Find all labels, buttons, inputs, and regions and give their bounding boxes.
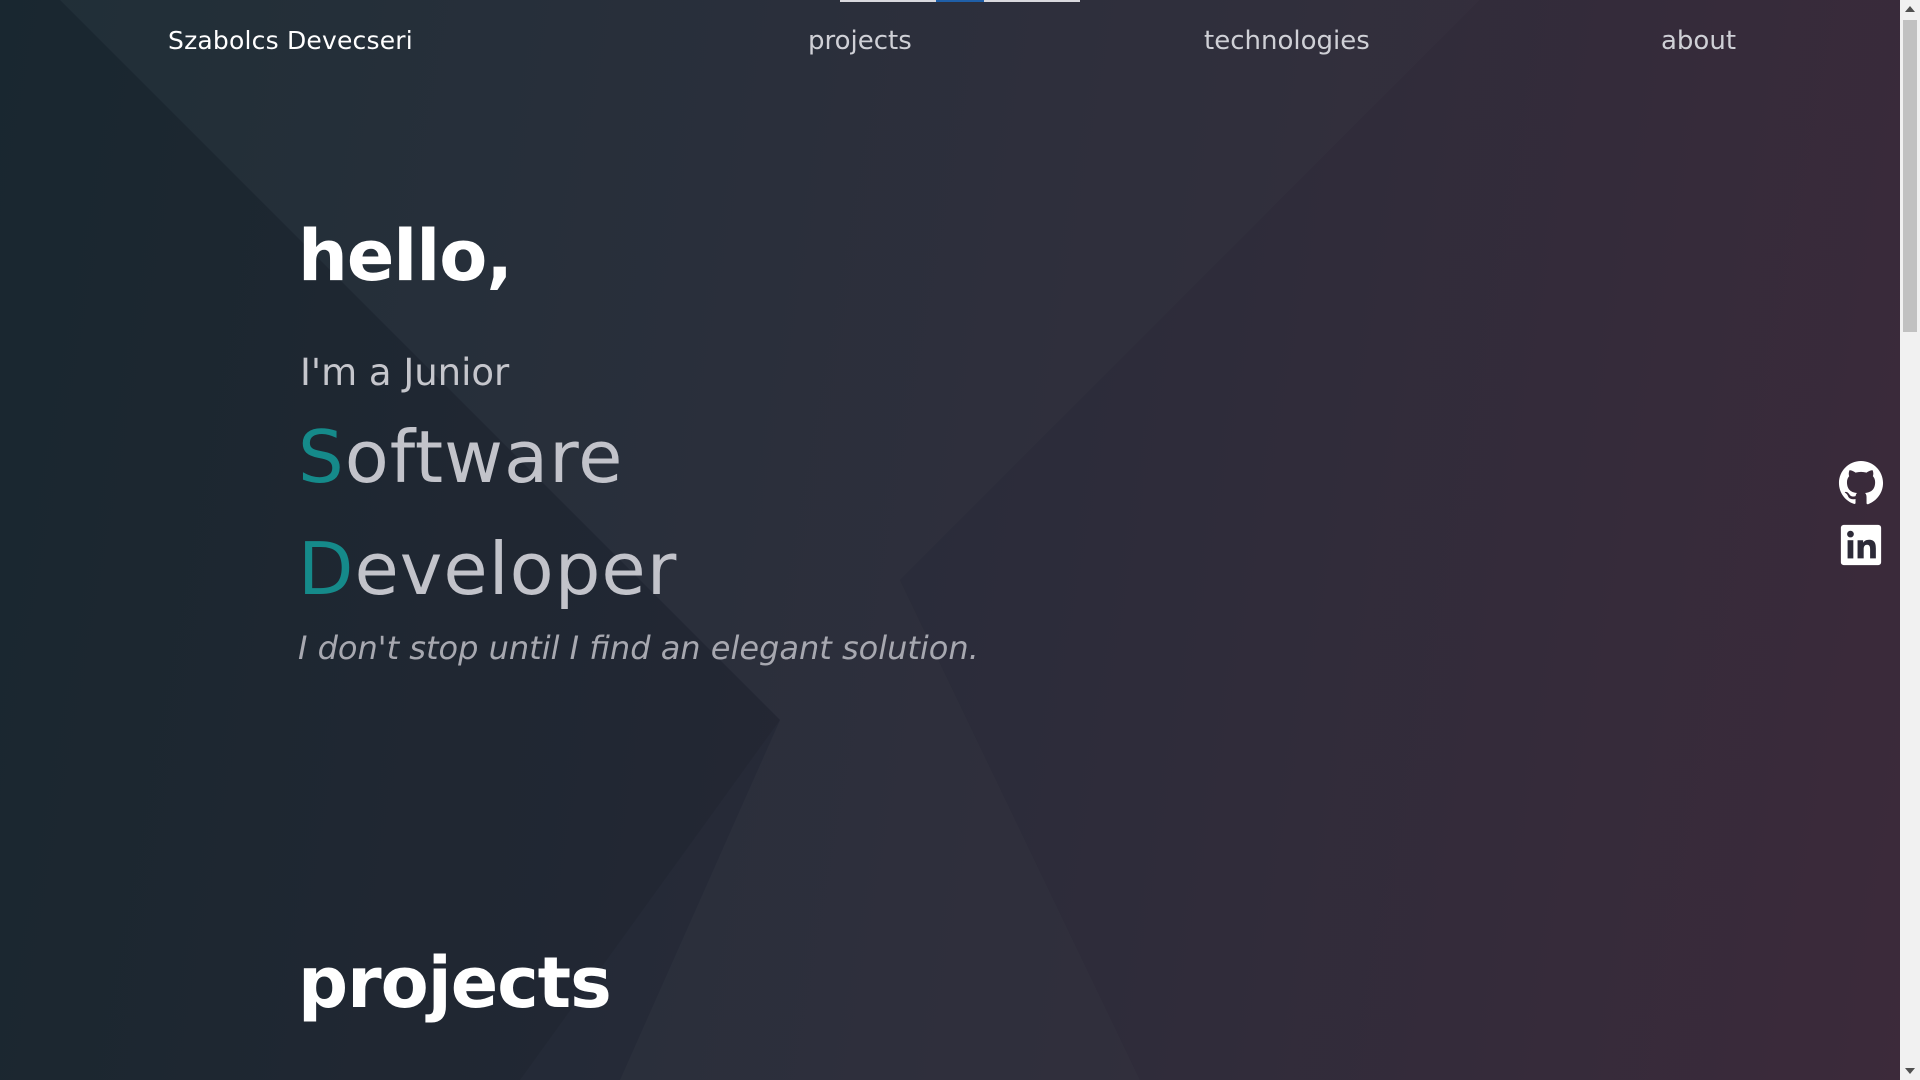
nav-link-projects[interactable]: projects [808,26,912,56]
projects-section-title: projects [298,942,612,1024]
intro-text: I'm a Junior [300,351,510,394]
role-accent-letter: S [298,415,345,499]
nav-link-about[interactable]: about [1661,26,1736,56]
role-accent-letter: D [298,527,355,611]
scroll-down-arrow-icon[interactable] [1900,1062,1920,1080]
github-link[interactable] [1838,460,1884,506]
social-links [1838,460,1886,568]
role-word-rest: oftware [344,415,624,499]
vertical-scrollbar[interactable] [1900,0,1920,1080]
nav-link-technologies[interactable]: technologies [1204,26,1370,56]
greeting-heading: hello, [298,215,513,297]
background-decoration [0,0,780,1080]
top-navigation: Szabolcs Devecseri projects technologies… [0,0,1900,88]
role-word-rest: eveloper [354,527,678,611]
scrollbar-thumb[interactable] [1903,20,1917,332]
linkedin-link[interactable] [1838,522,1884,568]
brand-link[interactable]: Szabolcs Devecseri [168,26,413,55]
github-icon [1838,460,1884,505]
tagline: I don't stop until I find an elegant sol… [298,629,979,667]
role-line-software: Software [298,415,623,499]
linkedin-icon [1840,524,1882,566]
scroll-up-arrow-icon[interactable] [1900,0,1920,18]
page: Szabolcs Devecseri projects technologies… [0,0,1900,1080]
role-line-developer: Developer [298,527,677,611]
